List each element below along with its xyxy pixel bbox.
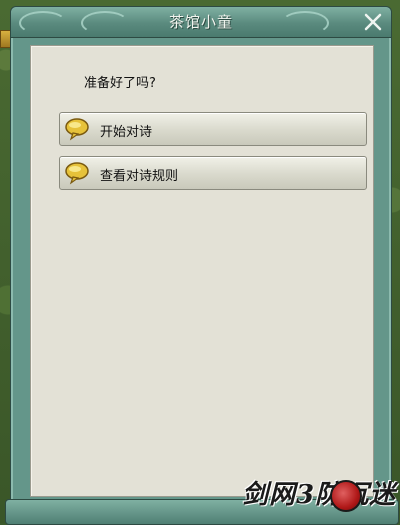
option-label: 开始对诗: [100, 125, 153, 140]
dialog-content-panel: 准备好了吗? 开始对诗 查看对诗规则: [30, 45, 374, 497]
close-button[interactable]: [361, 10, 385, 34]
dialog-prompt: 准备好了吗?: [84, 76, 156, 91]
close-icon: [364, 13, 382, 31]
npc-dialog-window: 茶馆小童 准备好了吗? 开始对诗 查看对诗规则: [5, 6, 399, 525]
option-start-poetry-button[interactable]: 开始对诗: [59, 112, 367, 146]
dialog-title-bar[interactable]: 茶馆小童: [11, 7, 391, 38]
option-view-rules-button[interactable]: 查看对诗规则: [59, 156, 367, 190]
option-label: 查看对诗规则: [100, 169, 179, 184]
speech-bubble-icon: [65, 118, 89, 141]
dialog-bottom-bar: [5, 499, 399, 525]
dialog-title: 茶馆小童: [168, 13, 233, 31]
speech-bubble-icon: [65, 162, 89, 185]
